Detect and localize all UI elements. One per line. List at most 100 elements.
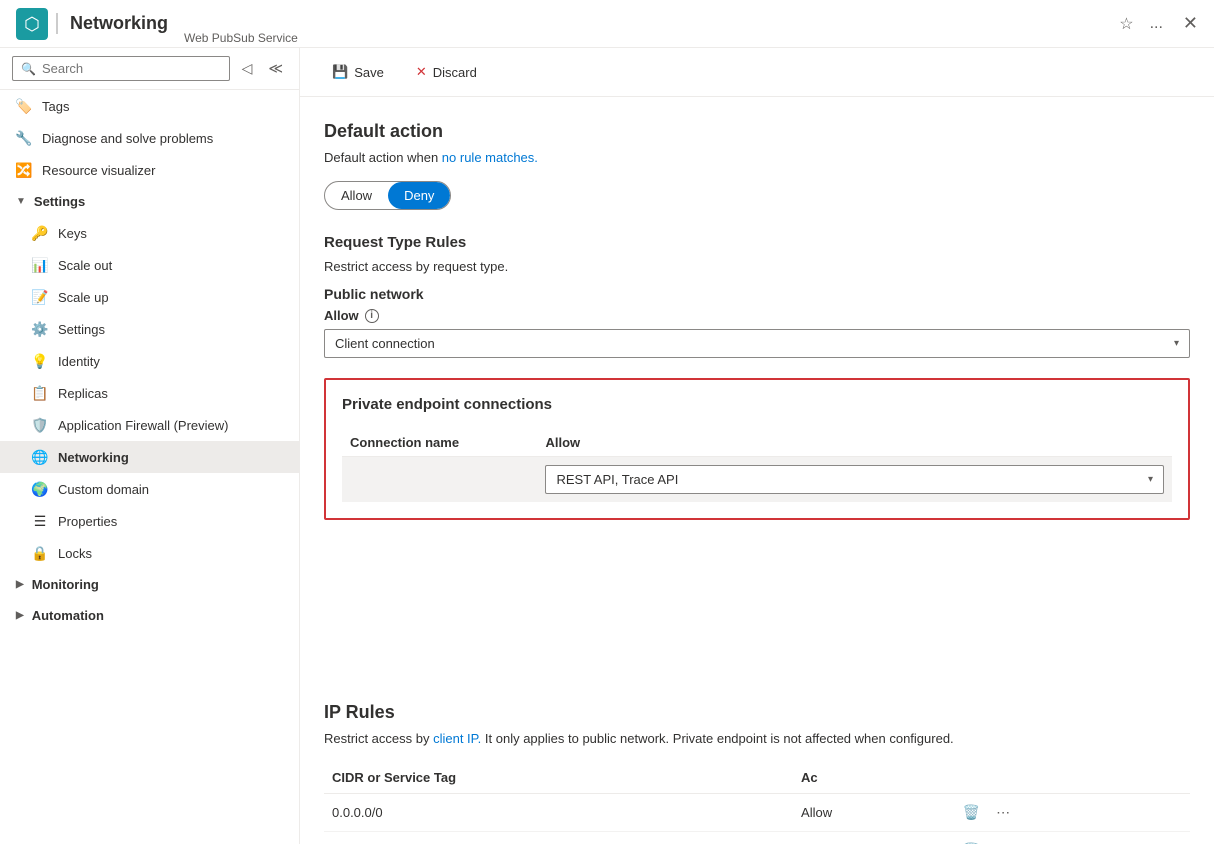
request-type-rules-section: Request Type Rules Restrict access by re…	[324, 234, 1190, 358]
sidebar-nav: 🏷️ Tags 🔧 Diagnose and solve problems 🔀 …	[0, 90, 299, 844]
sidebar-item-tags[interactable]: 🏷️ Tags	[0, 90, 299, 122]
toolbar: 💾 Save ✕ Discard	[300, 48, 1214, 97]
tags-icon: 🏷️	[16, 98, 32, 114]
ip-delete-btn-1[interactable]: 🗑️	[959, 840, 984, 844]
sidebar-item-label: Replicas	[58, 386, 108, 401]
dropdown-value: Client connection	[335, 336, 435, 351]
collapse-button[interactable]: ≪	[264, 56, 287, 81]
app-subtitle: Web PubSub Service	[184, 31, 298, 47]
request-type-rules-title: Request Type Rules	[324, 234, 1190, 251]
ip-table-row: ::/0 Allow 🗑️ ⋯	[324, 832, 1190, 844]
sidebar-item-resource-visualizer[interactable]: 🔀 Resource visualizer	[0, 154, 299, 186]
keys-icon: 🔑	[32, 225, 48, 241]
public-network-label: Public network	[324, 286, 1190, 302]
locks-icon: 🔒	[32, 545, 48, 561]
default-action-toggle: Allow Deny	[324, 181, 451, 210]
request-type-link[interactable]: request type.	[433, 259, 508, 274]
ip-table: CIDR or Service Tag Ac 0.0.0.0/0 Allow 🗑…	[324, 762, 1190, 844]
sidebar-item-networking[interactable]: 🌐 Networking	[0, 441, 299, 473]
allow-toggle-btn[interactable]: Allow	[325, 182, 388, 209]
allow-label: Allow	[324, 308, 359, 323]
page-title: Networking	[56, 13, 168, 34]
sidebar-item-settings[interactable]: ⚙️ Settings	[0, 313, 299, 345]
diagnose-icon: 🔧	[16, 130, 32, 146]
ip-col-actions-header	[951, 762, 1190, 794]
pe-connection-name	[342, 457, 537, 503]
pe-col-allow: Allow	[537, 429, 1172, 457]
ip-more-btn-1[interactable]: ⋯	[992, 840, 1014, 844]
save-icon: 💾	[332, 64, 348, 80]
chevron-right-icon: ▶	[16, 610, 24, 621]
sidebar-item-diagnose[interactable]: 🔧 Diagnose and solve problems	[0, 122, 299, 154]
sidebar-item-app-firewall[interactable]: 🛡️ Application Firewall (Preview)	[0, 409, 299, 441]
networking-icon: 🌐	[32, 449, 48, 465]
sidebar-item-identity[interactable]: 💡 Identity	[0, 345, 299, 377]
sidebar-item-scale-up[interactable]: 📝 Scale up	[0, 281, 299, 313]
settings-icon: ⚙️	[32, 321, 48, 337]
pe-allow-cell: REST API, Trace API ▾	[537, 457, 1172, 503]
ip-cidr-0: 0.0.0.0/0	[324, 794, 793, 832]
ip-delete-btn-0[interactable]: 🗑️	[959, 802, 984, 823]
client-ip-link[interactable]: client IP.	[433, 731, 481, 746]
info-icon[interactable]: i	[365, 309, 379, 323]
main-content: 💾 Save ✕ Discard Default action Default …	[300, 48, 1214, 844]
close-button[interactable]: ✕	[1183, 10, 1198, 38]
sidebar-section-monitoring[interactable]: ▶ Monitoring	[0, 569, 299, 600]
client-connection-dropdown[interactable]: Client connection ▾	[324, 329, 1190, 358]
search-input[interactable]	[42, 61, 221, 76]
star-button[interactable]: ☆	[1115, 10, 1137, 38]
allow-dropdown-value: REST API, Trace API	[556, 472, 678, 487]
sidebar-item-locks[interactable]: 🔒 Locks	[0, 537, 299, 569]
ip-action-0: Allow	[793, 794, 951, 832]
chevron-down-icon: ▼	[16, 196, 26, 207]
sidebar-item-scale-out[interactable]: 📊 Scale out	[0, 249, 299, 281]
more-button[interactable]: ...	[1146, 10, 1167, 38]
scale-out-icon: 📊	[32, 257, 48, 273]
chevron-down-icon: ▾	[1174, 338, 1179, 349]
discard-icon: ✕	[416, 64, 427, 80]
app-logo: ⬡	[16, 8, 48, 40]
deny-toggle-btn[interactable]: Deny	[388, 182, 450, 209]
sidebar-item-label: Identity	[58, 354, 100, 369]
no-rule-link[interactable]: no rule matches.	[442, 150, 538, 165]
sidebar-item-label: Scale out	[58, 258, 112, 273]
discard-button[interactable]: ✕ Discard	[408, 60, 485, 84]
ip-more-btn-0[interactable]: ⋯	[992, 802, 1014, 823]
content-body: Default action Default action when no ru…	[300, 97, 1214, 844]
save-button[interactable]: 💾 Save	[324, 60, 392, 84]
sidebar: 🔍 ◁ ≪ 🏷️ Tags 🔧 Diagnose and solve probl…	[0, 48, 300, 844]
sidebar-item-custom-domain[interactable]: 🌍 Custom domain	[0, 473, 299, 505]
pe-title: Private endpoint connections	[342, 396, 1172, 413]
sidebar-item-label: Custom domain	[58, 482, 149, 497]
sidebar-item-properties[interactable]: ☰ Properties	[0, 505, 299, 537]
default-action-desc: Default action when no rule matches.	[324, 150, 1190, 165]
sidebar-section-settings[interactable]: ▼ Settings	[0, 186, 299, 217]
ip-rules-title: IP Rules	[324, 702, 1190, 723]
pe-col-connection: Connection name	[342, 429, 537, 457]
svg-text:⬡: ⬡	[24, 14, 40, 34]
pe-allow-dropdown[interactable]: REST API, Trace API ▾	[545, 465, 1164, 494]
sidebar-section-label: Settings	[34, 194, 85, 209]
sidebar-item-label: Locks	[58, 546, 92, 561]
sidebar-section-automation[interactable]: ▶ Automation	[0, 600, 299, 631]
ip-rules-section: IP Rules Restrict access by client IP. I…	[324, 702, 1190, 844]
scale-up-icon: 📝	[32, 289, 48, 305]
sidebar-item-keys[interactable]: 🔑 Keys	[0, 217, 299, 249]
sidebar-section-label: Monitoring	[32, 577, 99, 592]
default-action-section: Default action Default action when no ru…	[324, 121, 1190, 210]
search-box[interactable]: 🔍	[12, 56, 230, 81]
top-bar: ⬡ Networking Web PubSub Service ☆ ... ✕	[0, 0, 1214, 48]
sidebar-item-label: Keys	[58, 226, 87, 241]
sidebar-item-replicas[interactable]: 📋 Replicas	[0, 377, 299, 409]
ip-table-row: 0.0.0.0/0 Allow 🗑️ ⋯	[324, 794, 1190, 832]
sidebar-item-label: Resource visualizer	[42, 163, 155, 178]
ip-cidr-1: ::/0	[324, 832, 793, 844]
sidebar-item-label: Scale up	[58, 290, 109, 305]
sidebar-item-label: Settings	[58, 322, 105, 337]
ip-col-cidr: CIDR or Service Tag	[324, 762, 793, 794]
search-icon: 🔍	[21, 62, 36, 76]
pin-button[interactable]: ◁	[238, 56, 257, 81]
sidebar-item-label: Tags	[42, 99, 69, 114]
ip-row-actions-1: 🗑️ ⋯	[951, 832, 1190, 844]
identity-icon: 💡	[32, 353, 48, 369]
